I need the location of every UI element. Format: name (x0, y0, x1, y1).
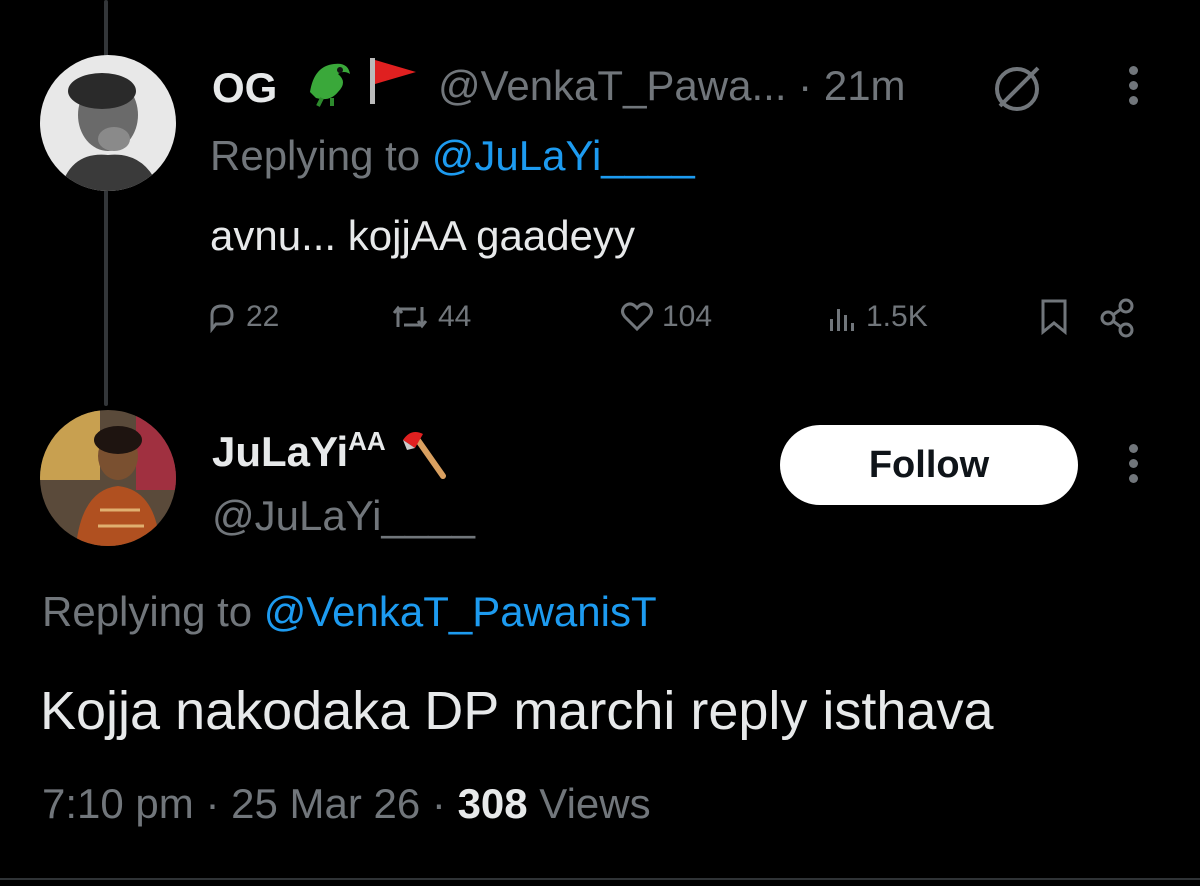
dragon-emoji (310, 63, 350, 107)
share-button[interactable] (1098, 298, 1138, 338)
tweet-time: 21m (823, 62, 906, 109)
views-label: Views (527, 780, 651, 827)
tweet-meta: 7:10 pm · 25 Mar 26 · 308 Views (42, 780, 651, 827)
replying-to-link[interactable]: @VenkaT_PawanisT (264, 588, 657, 635)
tweet-text: avnu... kojjAA gaadeyy (210, 212, 635, 259)
red-flag-emoji (370, 58, 416, 104)
author-name[interactable]: OG (212, 64, 277, 112)
author-handle[interactable]: @JuLaYi____ (212, 492, 475, 540)
more-options-icon[interactable] (1126, 444, 1140, 489)
more-options-icon[interactable] (1126, 66, 1140, 111)
follow-button[interactable]: Follow (780, 425, 1078, 505)
author-emoji (304, 52, 424, 113)
avatar[interactable] (40, 55, 176, 191)
retweet-button[interactable]: 44 (390, 300, 471, 334)
reply-button[interactable]: 22 (206, 300, 279, 334)
author-handle[interactable]: @VenkaT_Pawa... · 21m (438, 62, 906, 110)
bookmark-icon (1041, 299, 1067, 336)
avatar[interactable] (40, 410, 176, 546)
replying-to: Replying to @VenkaT_PawanisT (42, 588, 657, 635)
author-name[interactable]: JuLaYiAA (212, 426, 453, 482)
author-name-superscript: AA (348, 426, 386, 456)
retweet-icon (392, 305, 428, 329)
divider (0, 878, 1200, 880)
grok-icon[interactable] (988, 60, 1046, 123)
tweet-time[interactable]: 7:10 pm (42, 780, 194, 827)
analytics-icon (830, 309, 854, 331)
replying-to-link[interactable]: @JuLaYi____ (432, 132, 695, 179)
views-button[interactable]: 1.5K (828, 300, 928, 334)
share-icon (1100, 298, 1134, 338)
views-count: 308 (457, 780, 528, 827)
tweet-date[interactable]: 25 Mar 26 (231, 780, 420, 827)
bookmark-button[interactable] (1038, 298, 1070, 336)
reply-icon (210, 304, 234, 333)
replying-to: Replying to @JuLaYi____ (210, 132, 695, 179)
like-button[interactable]: 104 (620, 300, 712, 334)
axe-emoji (403, 432, 447, 479)
heart-icon (621, 302, 653, 332)
tweet-text: Kojja nakodaka DP marchi reply isthava (40, 681, 994, 741)
